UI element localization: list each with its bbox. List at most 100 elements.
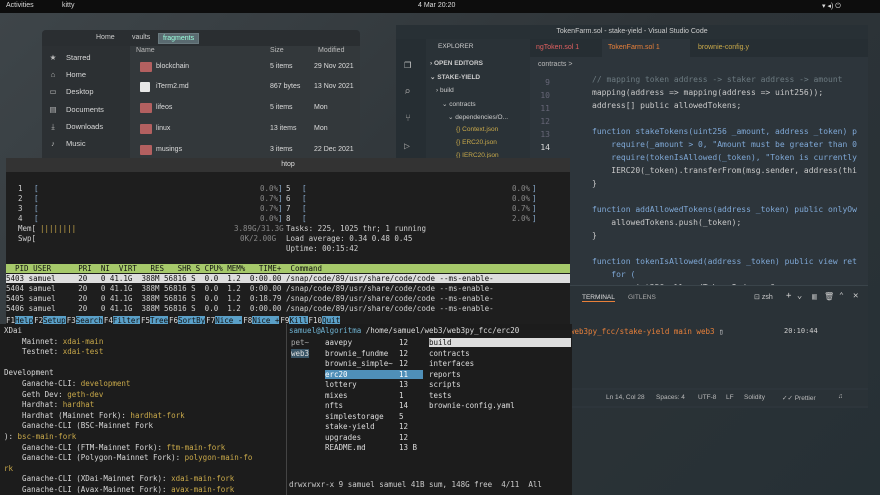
dir-item[interactable]: aavepy bbox=[325, 338, 423, 347]
network-id: geth-dev bbox=[62, 389, 104, 399]
network-line: rk bbox=[4, 464, 13, 473]
system-tray-icons[interactable]: ▾ ◂) ⏻ bbox=[822, 2, 841, 11]
dir-item[interactable]: brownie_fundme bbox=[325, 349, 423, 358]
run-debug-icon[interactable]: ▷ bbox=[404, 141, 410, 152]
file-row[interactable]: lifeos 5 items Mon bbox=[134, 101, 358, 119]
preview-item[interactable]: tests bbox=[429, 391, 452, 400]
tab-tokenfarm[interactable]: TokenFarm.sol 1 bbox=[602, 39, 690, 57]
column-modified[interactable]: Modified bbox=[318, 47, 344, 54]
tab-ngtoken[interactable]: ngToken.sol 1 bbox=[530, 39, 600, 57]
status-prettier[interactable]: ✓✓ Prettier bbox=[782, 394, 816, 402]
preview-item[interactable]: brownie-config.yaml bbox=[429, 401, 515, 410]
sidebar-item-downloads[interactable]: ⤓ Downloads bbox=[48, 122, 103, 132]
dir-item[interactable]: upgrades bbox=[325, 433, 423, 442]
process-row[interactable]: 5405 samuel 20 0 41.1G 388M 56816 S 0.0 … bbox=[6, 294, 570, 303]
network-line: Ganache-CLI: development bbox=[4, 379, 130, 388]
activities-button[interactable]: Activities bbox=[6, 2, 34, 9]
dir-item[interactable]: simplestorage bbox=[325, 412, 423, 421]
network-name: Ganache-CLI (FTM-Mainnet Fork): bbox=[4, 442, 163, 452]
cpu-bar: [ bbox=[34, 204, 39, 213]
cpu-label: 5 bbox=[286, 184, 291, 193]
app-menu[interactable]: kitty bbox=[62, 2, 74, 9]
tab-terminal[interactable]: TERMINAL bbox=[582, 294, 615, 302]
preview-item[interactable]: scripts bbox=[429, 380, 461, 389]
sidebar-item-documents[interactable]: ▤ Documents bbox=[48, 105, 103, 114]
crumb-vaults[interactable]: vaults bbox=[128, 33, 154, 42]
file-row[interactable]: blockchain 5 items 29 Nov 2021 bbox=[134, 60, 358, 78]
network-line: Ganache-CLI (XDai-Mainnet Fork): xdai-ma… bbox=[4, 474, 234, 483]
network-id: hardhat bbox=[58, 400, 95, 410]
add-terminal-icon[interactable]: + ⌄ bbox=[786, 291, 802, 301]
open-editors-section[interactable]: › OPEN EDITORS bbox=[430, 60, 483, 67]
path-dir: /home/samuel/web3/web3py_fcc/erc20 bbox=[365, 326, 520, 335]
parent-dir-item[interactable]: pet~ bbox=[291, 338, 309, 347]
process-row[interactable]: 5406 samuel 20 0 41.1G 388M 56816 S 0.0 … bbox=[6, 304, 570, 313]
crumb-fragments[interactable]: fragments bbox=[158, 33, 200, 44]
network-name: Mainnet: bbox=[4, 336, 59, 346]
preview-item[interactable]: contracts bbox=[429, 349, 470, 358]
cpu-bar: [ bbox=[302, 214, 307, 223]
status-indent[interactable]: Spaces: 4 bbox=[656, 394, 685, 401]
status-eol[interactable]: LF bbox=[726, 394, 734, 401]
preview-item[interactable]: reports bbox=[429, 370, 461, 379]
cpu-label: 6 bbox=[286, 194, 291, 203]
trash-icon[interactable]: 🗑 bbox=[824, 292, 834, 301]
cpu-value: 0.0% bbox=[260, 184, 279, 193]
editor-tabs: ngToken.sol 1 TokenFarm.sol 1 brownie-co… bbox=[530, 39, 868, 57]
file-row[interactable]: linux 13 items Mon bbox=[134, 122, 358, 140]
tree-build[interactable]: › build bbox=[436, 87, 454, 94]
status-encoding[interactable]: UTF-8 bbox=[698, 394, 716, 401]
dir-item[interactable]: brownie_simple~ bbox=[325, 359, 423, 368]
dir-item[interactable]: nfts bbox=[325, 401, 423, 410]
tree-erc20-json[interactable]: {} ERC20.json bbox=[456, 139, 497, 146]
file-row[interactable]: iTerm2.md 867 bytes 13 Nov 2021 bbox=[134, 80, 358, 98]
brownie-networks-pane[interactable]: XDai Mainnet: xdai-main Testnet: xdai-te… bbox=[0, 324, 286, 495]
split-terminal-icon[interactable]: ▥ bbox=[812, 292, 817, 301]
process-row[interactable]: 5403 samuel 20 0 41.1G 388M 56816 S 0.0 … bbox=[6, 274, 570, 283]
sidebar-item-starred[interactable]: ★ Starred bbox=[48, 53, 91, 62]
project-section[interactable]: ⌄ STAKE-YIELD bbox=[430, 73, 480, 81]
sidebar-item-home[interactable]: ⌂ Home bbox=[48, 70, 86, 79]
maximize-panel-icon[interactable]: ⌃ bbox=[839, 291, 844, 300]
dir-item[interactable]: erc20 bbox=[325, 369, 423, 379]
cpu-bar: [ bbox=[34, 214, 39, 223]
sidebar-item-music[interactable]: ♪ Music bbox=[48, 139, 85, 148]
swp-value: 0K/2.00G bbox=[240, 234, 277, 243]
close-panel-icon[interactable]: ✕ bbox=[853, 291, 858, 301]
dir-item-count: 12 bbox=[399, 348, 409, 358]
code-line: } bbox=[592, 231, 597, 240]
crumb-home[interactable]: Home bbox=[92, 33, 119, 42]
tree-context-json[interactable]: {} Context.json bbox=[456, 126, 498, 133]
process-header[interactable]: PID USER PRI NI VIRT RES SHR S CPU% MEM%… bbox=[6, 264, 570, 273]
tab-gitlens[interactable]: GITLENS bbox=[628, 294, 656, 301]
column-size[interactable]: Size bbox=[270, 47, 284, 54]
cpu-value: 0.7% bbox=[260, 204, 279, 213]
cpu-bar-end: ] bbox=[278, 214, 283, 223]
process-row[interactable]: 5404 samuel 20 0 41.1G 388M 56816 S 0.0 … bbox=[6, 284, 570, 293]
dir-item[interactable]: lottery bbox=[325, 380, 423, 389]
dir-item[interactable]: mixes bbox=[325, 391, 423, 400]
status-language[interactable]: Solidity bbox=[744, 394, 765, 401]
sidebar-item-desktop[interactable]: ▭ Desktop bbox=[48, 87, 93, 96]
network-name: Ganache-CLI: bbox=[4, 379, 77, 388]
files-icon[interactable]: ❐ bbox=[404, 57, 411, 71]
tab-brownie-config[interactable]: brownie-config.y bbox=[692, 39, 780, 57]
breadcrumb[interactable]: contracts > bbox=[538, 61, 572, 68]
preview-item[interactable]: build bbox=[429, 338, 571, 347]
code-line: address[] public allowedTokens; bbox=[592, 101, 742, 110]
column-name[interactable]: Name bbox=[136, 47, 155, 54]
dir-item[interactable]: stake-yield bbox=[325, 422, 423, 431]
preview-item[interactable]: interfaces bbox=[429, 359, 474, 368]
top-bar: Activities kitty 4 Mar 20:20 ▾ ◂) ⏻ bbox=[0, 0, 880, 13]
parent-dir-item[interactable]: web3 bbox=[291, 348, 310, 358]
clock[interactable]: 4 Mar 20:20 bbox=[418, 2, 455, 9]
bell-icon[interactable]: ♫ bbox=[838, 393, 843, 400]
tree-contracts[interactable]: ⌄ contracts bbox=[442, 100, 476, 108]
search-icon[interactable]: ⌕ bbox=[404, 85, 411, 98]
source-control-icon[interactable]: ⑂ bbox=[405, 113, 411, 124]
shell-select[interactable]: ⊡ zsh bbox=[754, 293, 773, 301]
status-position[interactable]: Ln 14, Col 28 bbox=[606, 394, 645, 401]
tree-dependencies[interactable]: ⌄ dependencies/O... bbox=[448, 113, 508, 121]
terminal-prompt[interactable]: web3py_fcc/stake-yield main web3 ▯ bbox=[570, 327, 724, 336]
file-manager-pane[interactable]: samuel@Algoritma /home/samuel/web3/web3p… bbox=[286, 324, 572, 495]
